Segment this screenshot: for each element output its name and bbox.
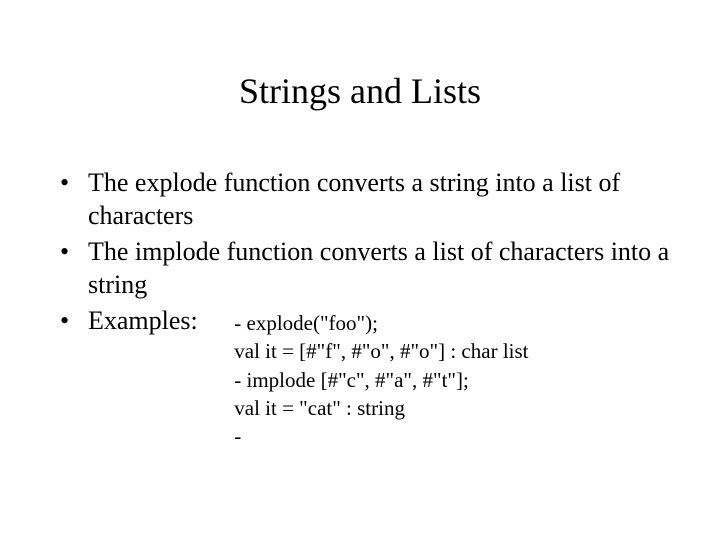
code-line: val it = "cat" : string	[234, 396, 405, 420]
bullet-item: The explode function converts a string i…	[60, 167, 670, 232]
code-line: - implode [#"c", #"a", #"t"];	[234, 368, 469, 392]
code-block: - explode("foo"); val it = [#"f", #"o", …	[234, 309, 528, 451]
examples-label: Examples:	[88, 305, 198, 338]
bullet-text: The explode function converts a string i…	[88, 168, 620, 230]
code-line: -	[234, 424, 241, 448]
bullet-item: The implode function converts a list of …	[60, 236, 670, 301]
code-line: val it = [#"f", #"o", #"o"] : char list	[234, 339, 528, 363]
slide-title: Strings and Lists	[50, 70, 670, 112]
bullet-item: Examples: - explode("foo"); val it = [#"…	[60, 305, 670, 451]
code-line: - explode("foo");	[234, 311, 378, 335]
bullet-text: The implode function converts a list of …	[88, 237, 669, 299]
slide: Strings and Lists The explode function c…	[0, 0, 720, 540]
bullet-list: The explode function converts a string i…	[60, 167, 670, 451]
